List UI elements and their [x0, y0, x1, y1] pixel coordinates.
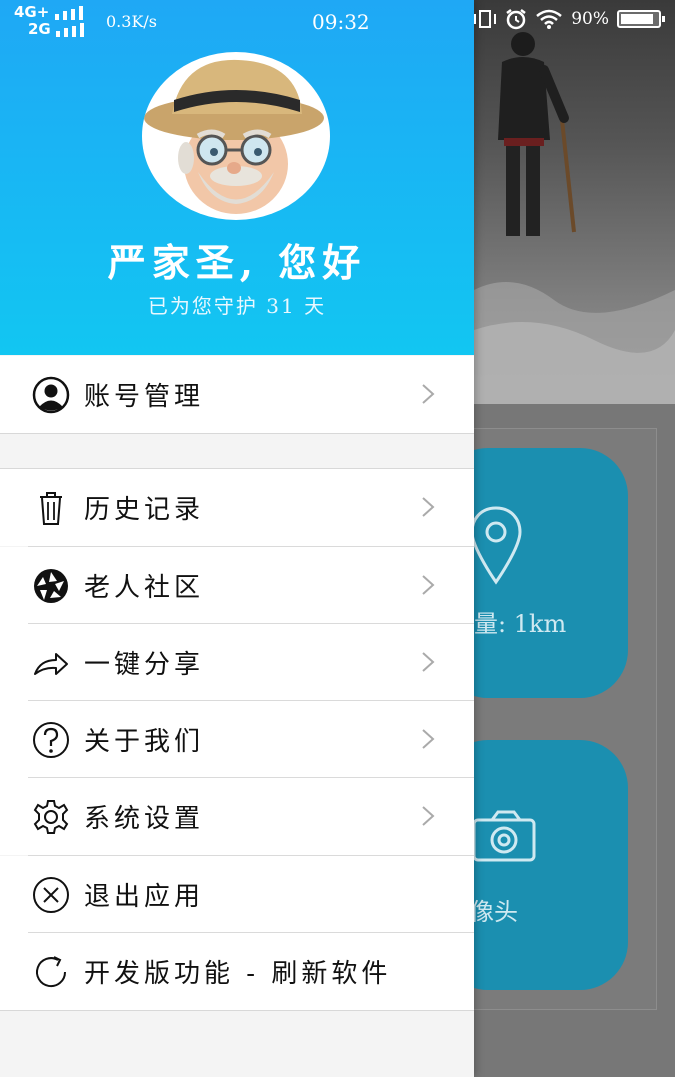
network-bottom: 2G [28, 20, 51, 38]
divider [28, 932, 474, 933]
section-gap [0, 434, 474, 468]
person-icon [32, 376, 70, 414]
menu-item-refresh[interactable]: 开发版功能 - 刷新软件 [0, 933, 474, 1010]
menu-item-community[interactable]: 老人社区 [0, 547, 474, 624]
refresh-icon [36, 956, 67, 988]
trash-icon [40, 492, 62, 525]
menu-item-label: 退出应用 [84, 882, 205, 912]
divider [0, 468, 474, 469]
menu-item-label: 历史记录 [84, 495, 205, 525]
network-top: 4G+ [14, 3, 50, 21]
navigation-drawer: 严家圣, 您好 已为您守护 31 天 账号管理 历史记录 老人社区 一键分享 关… [0, 0, 474, 1077]
menu-item-settings[interactable]: 系统设置 [0, 778, 474, 855]
chevron-right-icon [422, 729, 435, 749]
question-icon [33, 722, 69, 758]
location-pin-icon [470, 506, 522, 585]
share-icon [34, 653, 68, 675]
status-right: 90% [473, 8, 665, 30]
protection-days: 已为您守护 31 天 [147, 294, 327, 318]
menu-item-label: 系统设置 [84, 804, 205, 834]
menu-item-label: 关于我们 [84, 727, 205, 757]
battery-percent: 90% [571, 9, 609, 29]
menu-item-exit[interactable]: 退出应用 [0, 856, 474, 933]
close-circle-icon [33, 877, 69, 913]
status-bar: 4G+ 2G 0.3K/s 09:32 90% [0, 0, 675, 44]
menu-item-label: 账号管理 [84, 382, 205, 412]
signal-icon-2 [55, 22, 84, 37]
camera-text: 像头 [470, 898, 518, 926]
menu-item-label: 一键分享 [84, 650, 205, 680]
divider [28, 700, 474, 701]
divider [28, 777, 474, 778]
battery-icon [617, 10, 665, 28]
chevron-right-icon [422, 652, 435, 672]
chevron-right-icon [422, 806, 435, 826]
menu-item-label: 开发版功能 - 刷新软件 [84, 959, 392, 989]
menu-item-about[interactable]: 关于我们 [0, 701, 474, 778]
camera-icon [472, 810, 536, 862]
clock: 09:32 [312, 10, 370, 34]
background-photo [474, 0, 675, 404]
divider [28, 855, 474, 856]
battery-fill [621, 14, 653, 24]
chevron-right-icon [422, 384, 435, 404]
greeting-title: 严家圣, 您好 [107, 240, 367, 285]
divider [28, 623, 474, 624]
menu-item-history[interactable]: 历史记录 [0, 469, 474, 546]
menu-item-label: 老人社区 [84, 573, 205, 603]
aperture-icon [34, 569, 68, 603]
distance-text: 量: 1km [474, 610, 567, 638]
chevron-right-icon [422, 497, 435, 517]
old-man-avatar-icon[interactable] [142, 52, 330, 220]
wifi-icon [536, 9, 563, 29]
gear-icon [33, 800, 69, 834]
divider [28, 546, 474, 547]
menu-item-account[interactable]: 账号管理 [0, 356, 474, 433]
signal-icon [54, 5, 83, 20]
divider [0, 1010, 474, 1011]
menu-item-share[interactable]: 一键分享 [0, 624, 474, 701]
drawer-header: 严家圣, 您好 已为您守护 31 天 [0, 0, 474, 355]
chevron-right-icon [422, 575, 435, 595]
network-speed: 0.3K/s [106, 12, 157, 31]
alarm-icon [506, 9, 526, 30]
network-indicator: 4G+ 2G [14, 4, 92, 38]
divider [0, 433, 474, 434]
vibrate-icon [474, 10, 497, 28]
